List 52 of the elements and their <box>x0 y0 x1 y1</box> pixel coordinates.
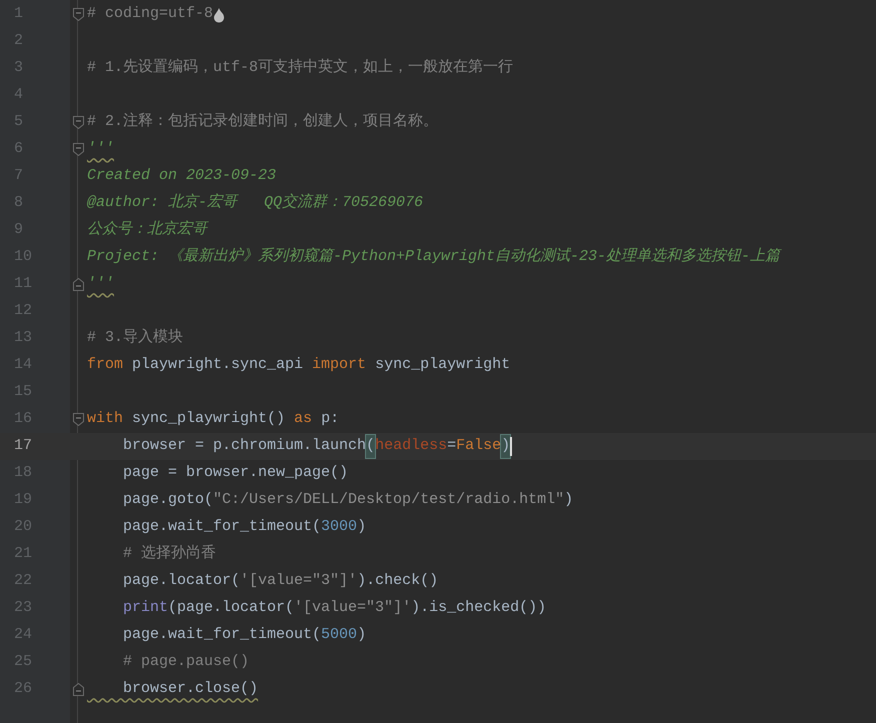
code-text: 5000 <box>321 625 358 646</box>
code-text: # coding=utf-8 <box>87 4 214 24</box>
code-text: @author: 北京-宏哥 QQ交流群：705269076 <box>87 192 424 214</box>
code-text: browser = p.chromium.launch <box>122 436 366 456</box>
line-number: 17 <box>13 436 34 456</box>
code-text: page = browser.new_page() <box>122 463 348 484</box>
fold-icon[interactable] <box>73 8 84 21</box>
fold-icon[interactable] <box>73 413 84 426</box>
code-text: (page.locator( <box>168 598 294 618</box>
code-text: Project: 《最新出炉》系列初窥篇-Python+Playwright自动化测试-23-处理单选和多选按钮-上篇 <box>87 246 780 268</box>
code-text: # 选择孙尚香 <box>122 544 216 564</box>
fold-icon[interactable] <box>73 116 84 129</box>
code-text: with <box>87 409 124 430</box>
code-text: ''' <box>87 139 114 160</box>
text-cursor <box>510 437 512 456</box>
code-text: # page.pause() <box>122 652 250 672</box>
code-text: 公众号：北京宏哥 <box>87 220 207 240</box>
code-text: ) <box>501 435 510 458</box>
code-text: ) <box>357 625 366 646</box>
code-text: False <box>456 436 502 456</box>
fold-icon[interactable] <box>73 683 84 696</box>
code-text: browser.close() <box>122 679 258 700</box>
code-text: Created on 2023-09-23 <box>87 166 276 186</box>
code-text: page.locator( <box>122 571 240 592</box>
code-text: page.wait_for_timeout( <box>122 517 322 538</box>
code-text: # 2.注释：包括记录创建时间，创建人，项目名称。 <box>87 112 438 132</box>
code-text: "C:/Users/DELL/Desktop/test/radio.html" <box>213 490 564 510</box>
code-text: ).is_checked()) <box>411 598 546 618</box>
code-text: '[value="3"]' <box>294 598 412 618</box>
code-text: import <box>312 355 366 376</box>
code-text: # 3.导入模块 <box>87 328 184 348</box>
fold-icon[interactable] <box>73 143 84 156</box>
code-text: ''' <box>87 274 114 294</box>
code-text: p: <box>320 409 340 430</box>
code-text: page.wait_for_timeout( <box>122 625 322 646</box>
code-text: playwright.sync_api <box>131 355 304 376</box>
code-text: headless <box>375 436 448 456</box>
code-text: ( <box>366 435 376 458</box>
code-text: ).check() <box>357 571 438 592</box>
code-text: print <box>122 598 168 618</box>
code-text: '[value="3"]' <box>240 571 358 592</box>
code-text: sync_playwright() <box>131 409 286 430</box>
code-text: page.goto( <box>122 490 214 510</box>
fold-icon[interactable] <box>73 278 84 291</box>
code-text: ) <box>357 517 366 538</box>
code-text: as <box>294 409 312 430</box>
code-text: from <box>87 355 124 376</box>
code-text: # 1.先设置编码，utf-8可支持中英文，如上，一般放在第一行 <box>87 58 514 78</box>
code-text: = <box>447 436 456 456</box>
code-text: sync_playwright <box>374 355 510 376</box>
code-text: 3000 <box>321 517 358 538</box>
code-text: ) <box>564 490 574 510</box>
